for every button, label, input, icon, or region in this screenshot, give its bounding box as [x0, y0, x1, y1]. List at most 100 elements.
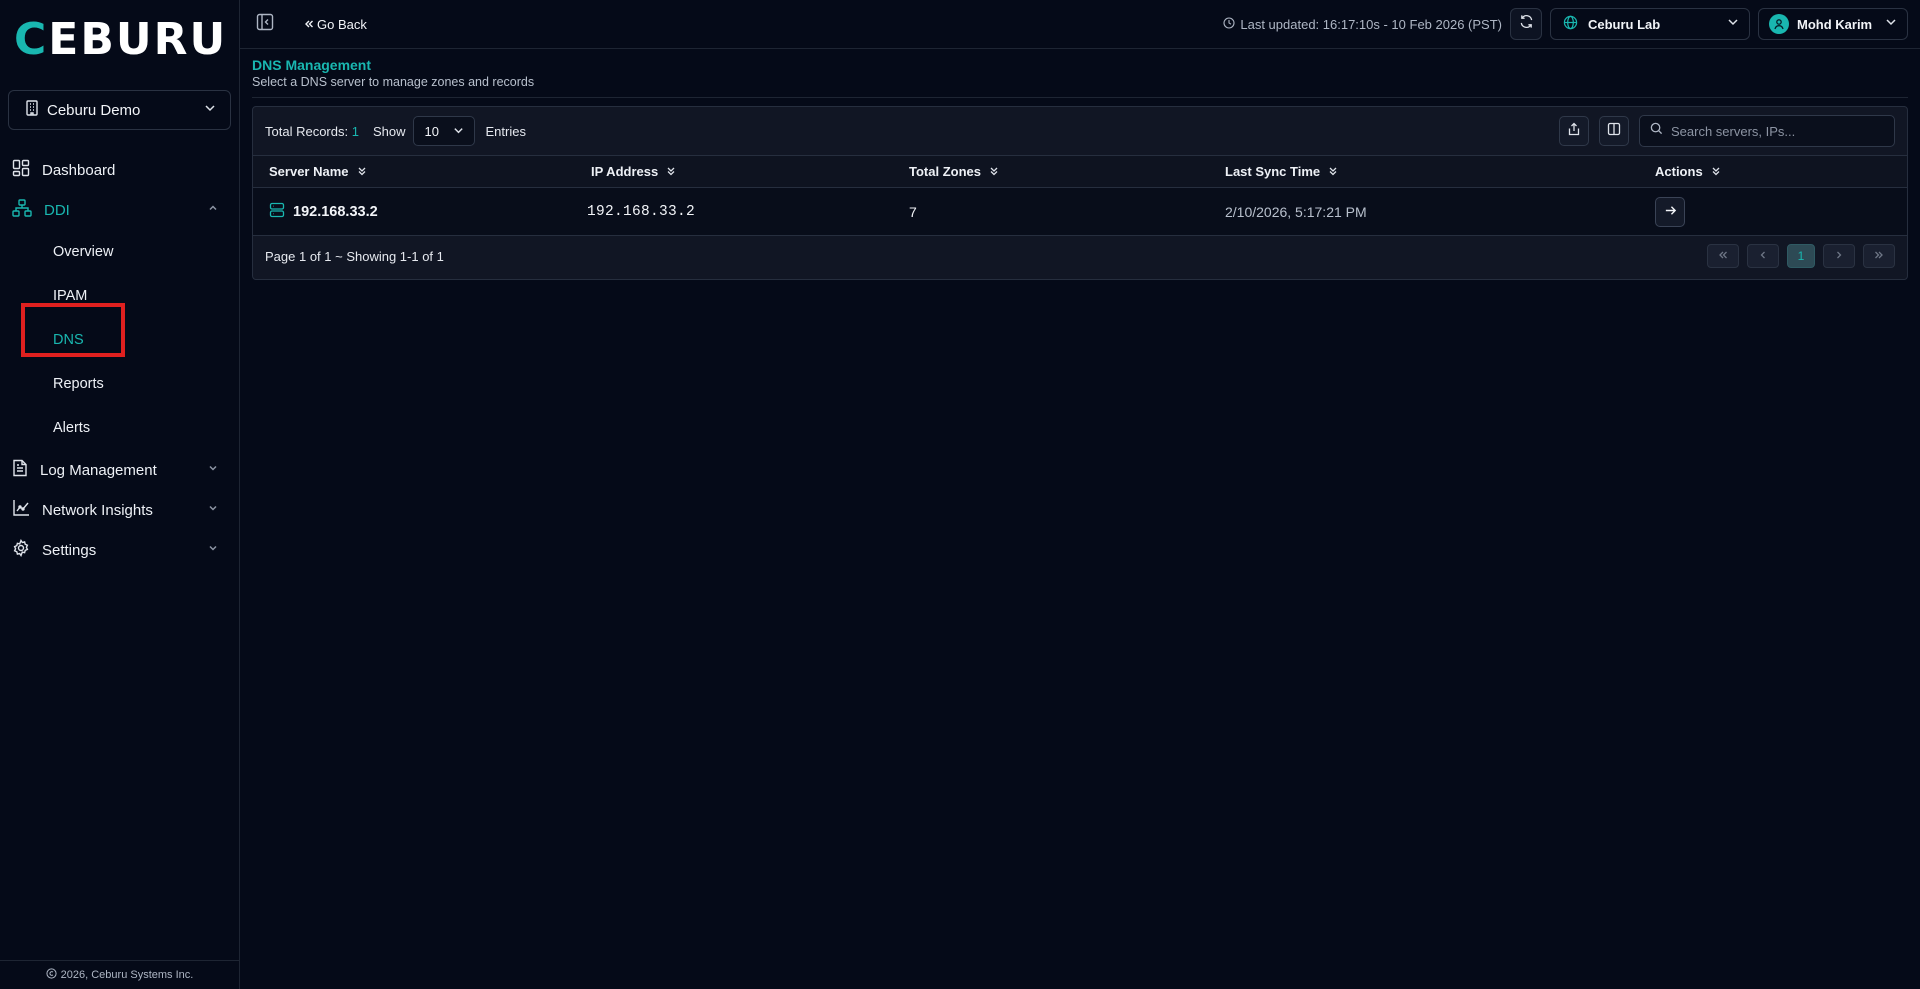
avatar — [1769, 14, 1789, 34]
sidebar-footer: 2026, Ceburu Systems Inc. — [0, 960, 239, 989]
sidebar: CEBURU Ceburu Demo Dashboard DDI Overvie… — [0, 0, 240, 989]
column-header-total-zones[interactable]: Total Zones — [909, 164, 1225, 179]
refresh-icon — [1519, 14, 1534, 34]
chevron-down-icon — [453, 124, 464, 139]
sidebar-item-overview[interactable]: Overview — [0, 230, 239, 274]
sidebar-toggle-button[interactable] — [254, 13, 276, 35]
logo-rest: EBURU — [48, 14, 228, 65]
search-input[interactable] — [1671, 123, 1881, 139]
logo-text: CEBURU — [14, 18, 239, 62]
page-subtitle: Select a DNS server to manage zones and … — [252, 75, 535, 89]
user-menu[interactable]: Mohd Karim — [1758, 8, 1908, 40]
page-size-value: 10 — [424, 123, 439, 139]
sidebar-item-reports[interactable]: Reports — [0, 362, 239, 406]
table-footer: Page 1 of 1 ~ Showing 1-1 of 1 1 — [253, 236, 1907, 276]
go-back-label: Go Back — [317, 16, 367, 32]
nav-item-log-management[interactable]: Log Management — [0, 450, 239, 490]
app: CEBURU Ceburu Demo Dashboard DDI Overvie… — [0, 0, 1920, 989]
main-nav: Dashboard DDI Overview IPAM DNS Reports … — [0, 150, 239, 570]
column-header-last-sync-time[interactable]: Last Sync Time — [1225, 164, 1655, 179]
sort-icon — [666, 164, 676, 179]
nav-label-settings: Settings — [42, 541, 97, 559]
refresh-button[interactable] — [1510, 8, 1542, 40]
highlight-box — [21, 303, 125, 357]
nav-item-dashboard[interactable]: Dashboard — [0, 150, 239, 190]
document-icon — [12, 459, 28, 482]
page-size-select[interactable]: 10 — [413, 116, 476, 146]
chevron-down-icon — [207, 541, 219, 559]
open-server-button[interactable] — [1655, 196, 1685, 227]
first-page-button[interactable] — [1707, 244, 1739, 268]
chevron-down-icon — [207, 461, 219, 479]
last-page-button[interactable] — [1863, 244, 1895, 268]
chart-icon — [12, 499, 30, 522]
search-icon — [1650, 122, 1663, 140]
server-name: 192.168.33.2 — [293, 203, 378, 220]
column-label: Actions — [1655, 164, 1703, 179]
globe-icon — [1563, 15, 1578, 33]
column-header-actions[interactable]: Actions — [1655, 164, 1895, 179]
cell-server-name: 192.168.33.2 — [253, 202, 591, 221]
sidebar-label-alerts: Alerts — [53, 420, 91, 436]
gear-icon — [12, 538, 30, 562]
server-icon — [269, 202, 285, 221]
show-label: Show — [372, 123, 406, 139]
nav-item-network-insights[interactable]: Network Insights — [0, 490, 239, 530]
tenant-selector[interactable]: Ceburu Demo — [8, 90, 231, 130]
prev-page-button[interactable] — [1747, 244, 1779, 268]
search-box — [1639, 115, 1895, 147]
table-row[interactable]: 192.168.33.2 192.168.33.2 7 2/10/2026, 5… — [253, 188, 1907, 236]
nav-label-dashboard: Dashboard — [42, 161, 116, 179]
sort-icon — [1711, 164, 1721, 179]
double-chevron-right-icon — [1874, 249, 1884, 263]
total-records-value: 1 — [351, 123, 359, 139]
sidebar-label-overview: Overview — [53, 244, 114, 260]
dns-servers-table-card: Total Records: 1 Show 10 Entries Search … — [252, 106, 1908, 280]
page-number-button[interactable]: 1 — [1787, 244, 1815, 268]
cell-total-zones: 7 — [909, 203, 917, 220]
chevron-left-icon — [1758, 249, 1768, 263]
nav-item-settings[interactable]: Settings — [0, 530, 239, 570]
copyright-icon — [46, 968, 57, 982]
total-records-label: Total Records: — [265, 123, 349, 139]
next-page-button[interactable] — [1823, 244, 1855, 268]
cell-actions — [1655, 196, 1895, 227]
go-back-link[interactable]: Go Back — [304, 17, 367, 32]
sidebar-label-reports: Reports — [53, 376, 104, 392]
chevron-down-icon — [1727, 15, 1739, 33]
sidebar-item-alerts[interactable]: Alerts — [0, 406, 239, 450]
nav-item-ddi[interactable]: DDI — [0, 190, 239, 230]
column-label: Total Zones — [909, 164, 981, 179]
copyright-text: 2026, Ceburu Systems Inc. — [60, 969, 194, 981]
lab-label: Ceburu Lab — [1588, 16, 1661, 32]
chevron-down-icon — [1885, 15, 1897, 33]
nav-label-ddi: DDI — [44, 201, 70, 219]
double-chevron-left-icon — [1718, 249, 1728, 263]
chevron-right-icon — [1834, 249, 1844, 263]
sidebar-collapse-icon — [256, 13, 274, 36]
logo: CEBURU — [0, 0, 239, 80]
sort-icon — [357, 164, 367, 179]
entries-label: Entries — [485, 123, 526, 139]
lab-selector[interactable]: Ceburu Lab — [1550, 8, 1750, 40]
building-icon — [25, 99, 39, 121]
dashboard-icon — [12, 159, 30, 182]
column-header-server-name[interactable]: Server Name — [253, 164, 591, 179]
cell-ip-address: 192.168.33.2 — [587, 203, 696, 220]
column-header-ip-address[interactable]: IP Address — [591, 164, 909, 179]
chevron-down-icon — [207, 501, 219, 519]
column-label: IP Address — [591, 164, 659, 179]
arrow-right-icon — [1664, 204, 1677, 220]
page-info: Page 1 of 1 ~ Showing 1-1 of 1 — [265, 248, 444, 264]
pagination: 1 — [1707, 244, 1895, 268]
columns-button[interactable] — [1599, 116, 1629, 146]
user-name: Mohd Karim — [1797, 16, 1873, 32]
column-label: Server Name — [269, 164, 349, 179]
chevron-up-icon — [207, 201, 219, 219]
page-header: DNS Management Select a DNS server to ma… — [252, 49, 1908, 98]
export-button[interactable] — [1559, 116, 1589, 146]
nav-label-log-management: Log Management — [40, 461, 157, 479]
chevron-down-icon — [204, 101, 216, 119]
main-area: Go Back Last updated: 16:17:10s - 10 Feb… — [240, 0, 1920, 989]
sidebar-label-ipam: IPAM — [53, 288, 88, 304]
